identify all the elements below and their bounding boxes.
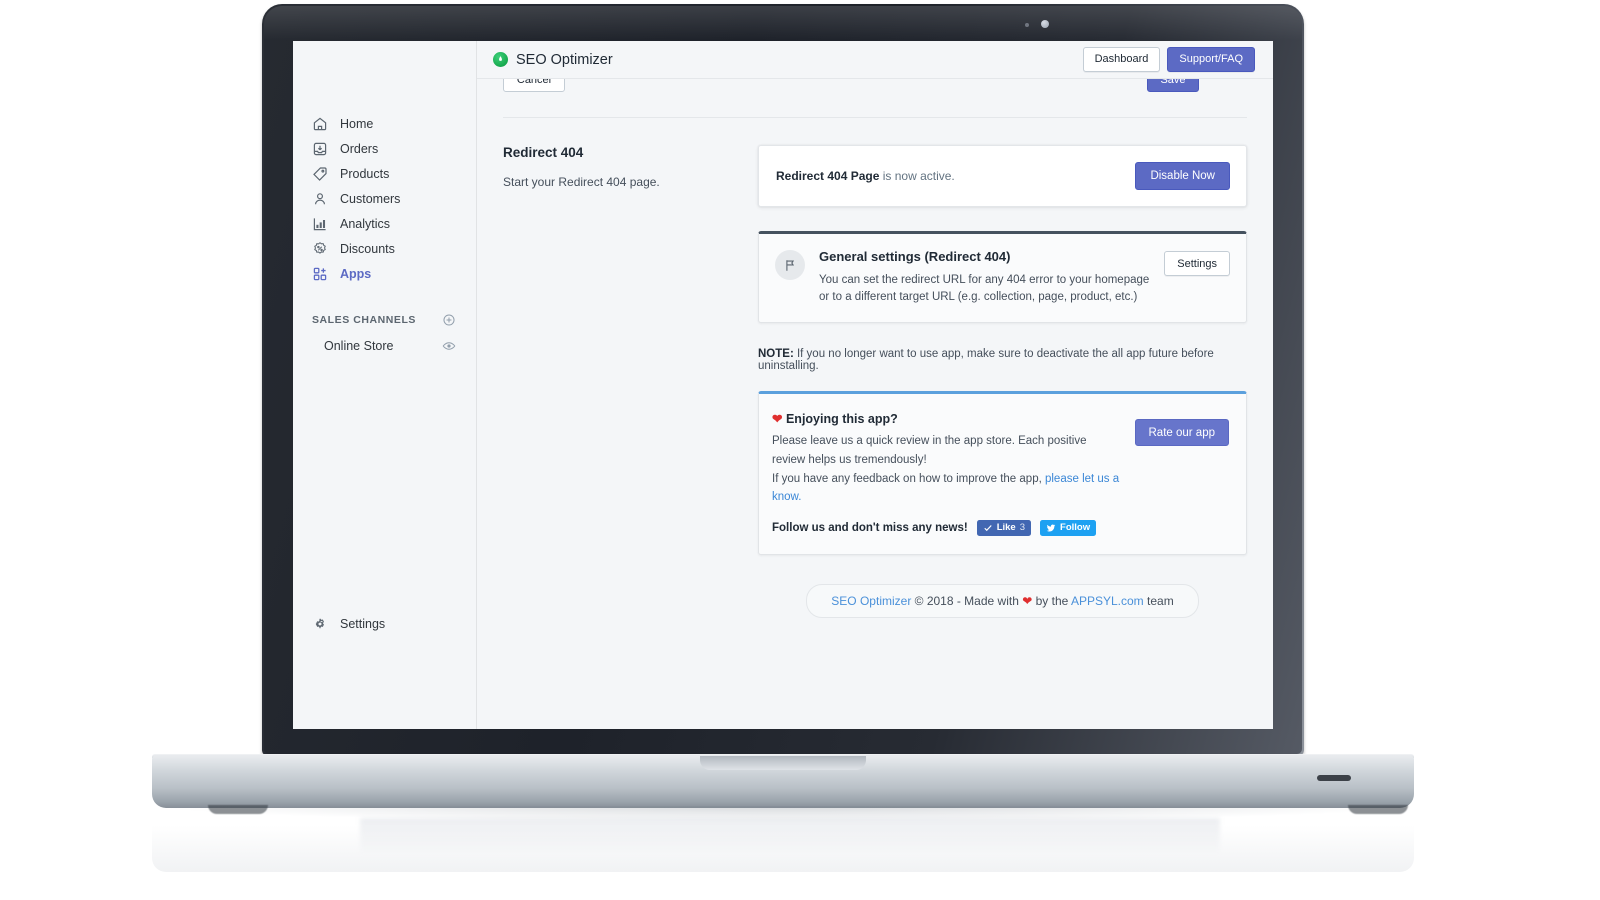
sidebar-item-label: Apps — [340, 266, 372, 281]
review-body: ❤ Enjoying this app? Please leave us a q… — [772, 411, 1121, 536]
support-faq-button[interactable]: Support/FAQ — [1167, 47, 1255, 72]
eye-icon[interactable] — [442, 339, 456, 353]
note-prefix-label: NOTE: — [758, 348, 794, 361]
rate-our-app-button[interactable]: Rate our app — [1134, 419, 1229, 447]
settings-button[interactable]: Settings — [1164, 251, 1230, 276]
sidebar-item-label: Products — [340, 166, 390, 181]
redirect-404-status-text: Redirect 404 Page is now active. — [776, 169, 1135, 183]
heart-icon: ❤ — [772, 412, 783, 427]
sidebar-item-online-store[interactable]: Online Store — [293, 332, 476, 367]
redirect-404-intro: Redirect 404 Start your Redirect 404 pag… — [503, 145, 758, 618]
review-line-1: Please leave us a quick review in the ap… — [772, 435, 1087, 466]
laptop-reflection-soft — [360, 818, 1220, 864]
heart-icon: ❤ — [1022, 593, 1033, 608]
sidebar-item-analytics[interactable]: Analytics — [293, 211, 476, 236]
sidebar-item-orders[interactable]: Orders — [293, 136, 476, 161]
like-count: 3 — [1019, 522, 1026, 534]
footer-company-link[interactable]: APPSYL.com — [1071, 594, 1144, 608]
tag-icon — [312, 166, 328, 182]
bar-chart-icon — [312, 216, 328, 232]
cutoff-button-row: Cancel Save — [503, 67, 1247, 95]
redirect-404-description: Start your Redirect 404 page. — [503, 175, 660, 189]
laptop-screen: Home Orders Products Customers Analytics… — [293, 41, 1273, 729]
laptop-base-notch — [700, 756, 866, 770]
footer-app-link[interactable]: SEO Optimizer — [831, 594, 911, 608]
sidebar: Home Orders Products Customers Analytics… — [293, 41, 477, 729]
home-icon — [312, 116, 328, 132]
review-title-label: Enjoying this app? — [785, 412, 898, 427]
twitter-follow-button[interactable]: Follow — [1040, 519, 1097, 536]
footer-credit: SEO Optimizer © 2018 - Made with ❤ by th… — [806, 583, 1199, 618]
follow-button-label: Follow — [1060, 522, 1091, 534]
general-settings-body: General settings (Redirect 404) You can … — [805, 249, 1164, 305]
review-line-2: If you have any feedback on how to impro… — [772, 470, 1121, 507]
sales-channels-header: SALES CHANNELS — [293, 307, 476, 332]
general-settings-panel: General settings (Redirect 404) You can … — [758, 231, 1247, 324]
redirect-404-title: Redirect 404 — [503, 145, 584, 160]
note-body-label: If you no longer want to use app, make s… — [758, 348, 1214, 373]
review-line-2-prefix: If you have any feedback on how to impro… — [772, 472, 1045, 485]
app-name-label: SEO Optimizer — [516, 51, 613, 68]
webcam-icon — [1041, 20, 1049, 28]
app-title: SEO Optimizer — [493, 52, 613, 68]
sidebar-item-products[interactable]: Products — [293, 161, 476, 186]
sales-channels-heading: SALES CHANNELS — [312, 313, 416, 326]
review-title: ❤ Enjoying this app? — [772, 411, 1121, 426]
footer-copyright: © 2018 - Made with — [911, 593, 1023, 608]
sidebar-item-label: Customers — [340, 191, 401, 206]
bezel-gloss — [264, 6, 1302, 40]
footer-team: team — [1143, 593, 1174, 608]
app-topbar: SEO Optimizer Dashboard Support/FAQ — [477, 41, 1273, 79]
footer-by-the: by the — [1032, 593, 1071, 608]
twitter-bird-icon — [1046, 524, 1056, 532]
plus-circle-icon[interactable] — [442, 313, 456, 327]
status-rest-label: is now active. — [879, 169, 955, 183]
redirect-404-status-card: Redirect 404 Page is now active. Disable… — [758, 145, 1247, 207]
shopify-admin-app: Home Orders Products Customers Analytics… — [293, 41, 1273, 729]
sidebar-item-label: Orders — [340, 141, 379, 156]
section-divider — [503, 117, 1247, 118]
person-icon — [312, 191, 328, 207]
sidebar-item-settings[interactable]: Settings — [293, 611, 476, 636]
topbar-actions: Dashboard Support/FAQ — [1082, 47, 1255, 72]
laptop-base-slot — [1317, 775, 1351, 781]
note-text: NOTE: If you no longer want to use app, … — [758, 348, 1247, 372]
orders-inbox-icon — [312, 141, 328, 157]
sidebar-item-home[interactable]: Home — [293, 111, 476, 136]
footer-wrap: SEO Optimizer © 2018 - Made with ❤ by th… — [758, 583, 1247, 618]
sidebar-item-discounts[interactable]: Discounts — [293, 236, 476, 261]
follow-label: Follow us and don't miss any news! — [772, 521, 968, 534]
sidebar-item-apps[interactable]: Apps — [293, 261, 476, 286]
dashboard-button[interactable]: Dashboard — [1082, 47, 1161, 72]
green-leaf-badge-icon — [493, 52, 508, 67]
screenshot-stage: Home Orders Products Customers Analytics… — [0, 0, 1600, 900]
general-settings-description: You can set the redirect URL for any 404… — [819, 274, 1150, 303]
redirect-404-body: Redirect 404 Page is now active. Disable… — [758, 145, 1247, 618]
redirect-404-section: Redirect 404 Start your Redirect 404 pag… — [503, 145, 1247, 618]
discount-badge-icon — [312, 241, 328, 257]
facebook-like-button[interactable]: Like 3 — [976, 519, 1032, 536]
camera-led-icon — [1025, 23, 1029, 27]
sidebar-item-label: Discounts — [340, 241, 395, 256]
flag-icon — [775, 250, 805, 280]
main-content: SEO Optimizer Dashboard Support/FAQ Canc… — [477, 41, 1273, 729]
gear-icon — [312, 616, 328, 632]
sidebar-settings-label: Settings — [340, 616, 386, 631]
apps-grid-plus-icon — [312, 266, 328, 282]
review-card: ❤ Enjoying this app? Please leave us a q… — [758, 391, 1247, 555]
sidebar-item-customers[interactable]: Customers — [293, 186, 476, 211]
sidebar-item-label: Home — [340, 116, 374, 131]
sidebar-item-label: Analytics — [340, 216, 391, 231]
status-strong-label: Redirect 404 Page — [776, 169, 880, 183]
sidebar-settings-area: Settings — [293, 611, 476, 636]
follow-row: Follow us and don't miss any news! Like … — [772, 519, 1121, 536]
general-settings-title: General settings (Redirect 404) — [819, 249, 1011, 264]
channel-label: Online Store — [324, 339, 394, 353]
disable-now-button[interactable]: Disable Now — [1135, 162, 1230, 190]
page-scroll-area[interactable]: Cancel Save Redirect 404 Start your Redi… — [477, 67, 1273, 729]
like-label: Like — [996, 522, 1016, 534]
facebook-thumb-check-icon — [984, 524, 992, 531]
